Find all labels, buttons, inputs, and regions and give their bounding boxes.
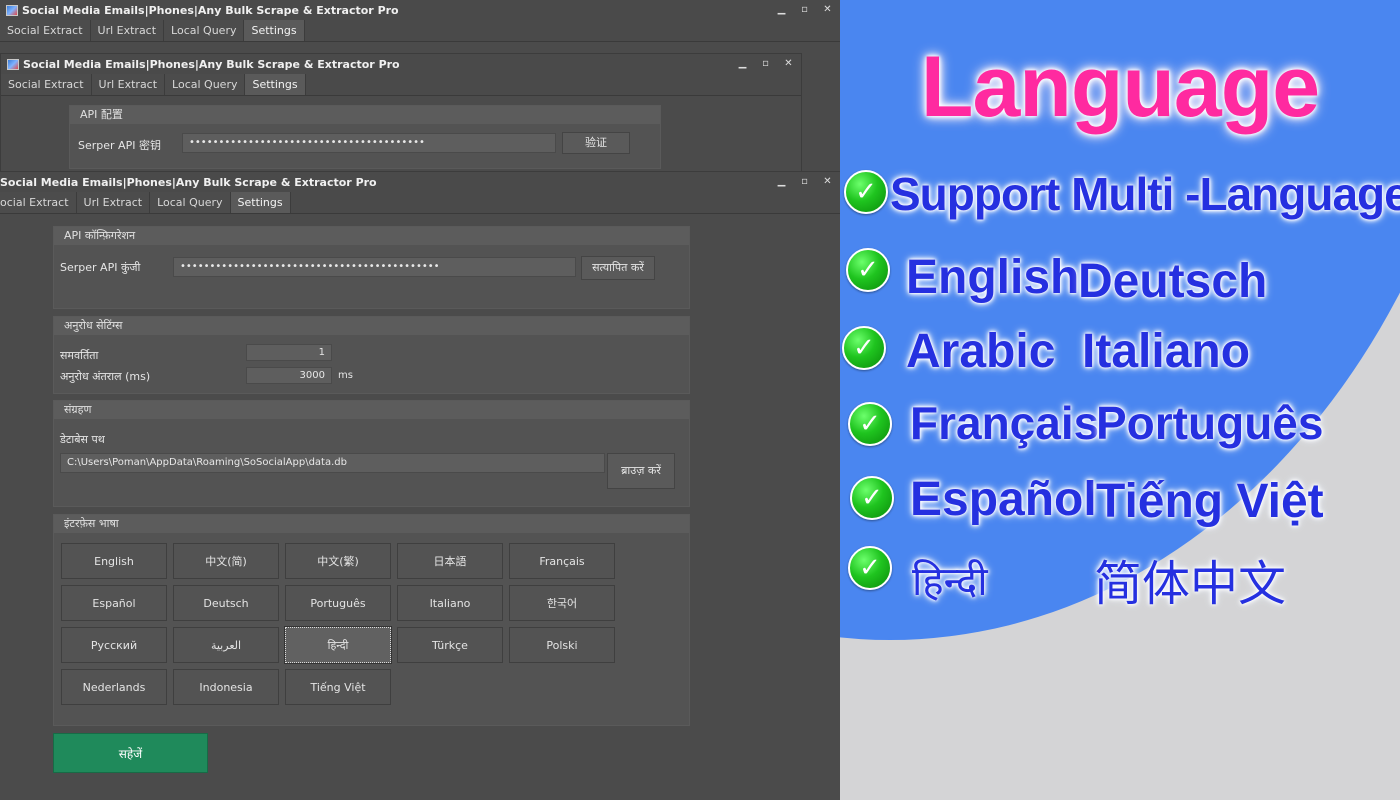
language-button-german[interactable]: Deutsch — [173, 585, 279, 621]
language-button-arabic[interactable]: العربية — [173, 627, 279, 663]
language-button-hindi[interactable]: हिन्दी — [284, 626, 392, 664]
app-icon — [6, 4, 18, 16]
tab-bar: Social Extract Url Extract Local Query S… — [1, 74, 801, 96]
group-title: API कॉन्फ़िगरेशन — [54, 227, 689, 245]
tab-settings[interactable]: Settings — [230, 192, 291, 213]
concurrency-input[interactable]: 1 — [246, 344, 332, 361]
front-window: Social Media Emails|Phones|Any Bulk Scra… — [0, 171, 840, 800]
tab-settings[interactable]: Settings — [244, 20, 305, 41]
storage-group: संग्रहण डेटाबेस पथ C:\Users\Poman\AppDat… — [53, 400, 690, 507]
check-icon: ✓ — [848, 546, 892, 590]
browse-button[interactable]: ब्राउज़ करें — [607, 453, 675, 489]
front-window-titlebar: Social Media Emails|Phones|Any Bulk Scra… — [0, 172, 840, 192]
interval-label: अनुरोध अंतराल (ms) — [60, 370, 151, 383]
group-title: संग्रहण — [54, 401, 689, 419]
tab-local-query[interactable]: Local Query — [165, 74, 246, 95]
language-button-indonesian[interactable]: Indonesia — [173, 669, 279, 705]
group-title: API 配置 — [70, 106, 660, 124]
tab-social-extract[interactable]: Social Extract — [1, 74, 92, 95]
verify-button[interactable]: सत्यापित करें — [581, 256, 655, 280]
check-icon: ✓ — [842, 326, 886, 370]
language-button-spanish[interactable]: Español — [61, 585, 167, 621]
check-icon: ✓ — [846, 248, 890, 292]
language-button-polish[interactable]: Polski — [509, 627, 615, 663]
api-key-input[interactable]: •••••••••••••••••••••••••••••••••••••••• — [182, 133, 556, 153]
check-icon: ✓ — [848, 402, 892, 446]
minimize-icon[interactable]: ▁ — [773, 174, 790, 189]
tab-url-extract[interactable]: Url Extract — [90, 20, 165, 41]
promo-heading: Language — [920, 39, 1320, 135]
check-icon: ✓ — [844, 170, 888, 214]
minimize-icon[interactable]: ▁ — [773, 2, 790, 17]
tab-local-query[interactable]: Local Query — [164, 20, 245, 41]
window-title: Social Media Emails|Phones|Any Bulk Scra… — [23, 57, 400, 71]
promo-lang-english: English — [906, 251, 1080, 304]
language-button-chinese-simplified[interactable]: 中文(简) — [173, 543, 279, 579]
interval-unit: ms — [338, 370, 353, 381]
maximize-icon[interactable]: ▫ — [796, 2, 813, 17]
promo-lang-chinese: 简体中文 — [1094, 556, 1287, 612]
maximize-icon[interactable]: ▫ — [796, 174, 813, 189]
window-title: Social Media Emails|Phones|Any Bulk Scra… — [0, 175, 377, 189]
tab-bar: Social Extract Url Extract Local Query S… — [0, 20, 840, 42]
promo-lang-espanol: Español — [910, 473, 1097, 526]
tab-url-extract[interactable]: Url Extract — [91, 74, 166, 95]
app-icon — [7, 58, 19, 70]
minimize-icon[interactable]: ▁ — [734, 56, 751, 71]
tab-bar: ocial Extract Url Extract Local Query Se… — [0, 192, 840, 214]
language-button-russian[interactable]: Русский — [61, 627, 167, 663]
close-icon[interactable]: ✕ — [780, 56, 797, 71]
maximize-icon[interactable]: ▫ — [757, 56, 774, 71]
language-button-portuguese[interactable]: Português — [285, 585, 391, 621]
middle-window-titlebar: Social Media Emails|Phones|Any Bulk Scra… — [1, 54, 801, 74]
promo-lang-francais: Français — [910, 397, 1100, 449]
promo-lang-italiano: Italiano — [1082, 325, 1251, 378]
db-path-input[interactable]: C:\Users\Poman\AppData\Roaming\SoSocialA… — [60, 453, 605, 473]
verify-button[interactable]: 验证 — [562, 132, 630, 154]
promo-panel: Language ✓ Support Multi -Language ✓ Eng… — [840, 0, 1400, 800]
promo-headline: Support Multi -Language — [890, 168, 1400, 220]
language-button-french[interactable]: Français — [509, 543, 615, 579]
language-button-turkish[interactable]: Türkçe — [397, 627, 503, 663]
interval-input[interactable]: 3000 — [246, 367, 332, 384]
interface-language-group: इंटरफ़ेस भाषा English 中文(简) 中文(繁) 日本語 Fr… — [53, 514, 690, 726]
request-settings-group: अनुरोध सेटिंग्स समवर्तिता 1 अनुरोध अंतरा… — [53, 316, 690, 394]
back-window-titlebar: Social Media Emails|Phones|Any Bulk Scra… — [0, 0, 840, 20]
check-icon: ✓ — [850, 476, 894, 520]
api-key-input[interactable]: ••••••••••••••••••••••••••••••••••••••••… — [173, 257, 576, 277]
back-window: Social Media Emails|Phones|Any Bulk Scra… — [0, 0, 840, 60]
tab-social-extract[interactable]: Social Extract — [0, 20, 91, 41]
window-title: Social Media Emails|Phones|Any Bulk Scra… — [22, 3, 399, 17]
db-path-label: डेटाबेस पथ — [60, 433, 105, 446]
settings-panel: API कॉन्फ़िगरेशन Serper API कुंजी ••••••… — [0, 215, 840, 800]
promo-lang-tieng-viet: Tiếng Việt — [1096, 475, 1324, 528]
tab-local-query[interactable]: Local Query — [150, 192, 231, 213]
close-icon[interactable]: ✕ — [819, 2, 836, 17]
language-grid: English 中文(简) 中文(繁) 日本語 Français Español… — [61, 543, 615, 705]
promo-lang-portugues: Português — [1096, 397, 1324, 449]
tab-settings[interactable]: Settings — [245, 74, 306, 95]
language-button-japanese[interactable]: 日本語 — [397, 543, 503, 579]
api-key-label: Serper API 密钥 — [78, 139, 161, 152]
close-icon[interactable]: ✕ — [819, 174, 836, 189]
concurrency-label: समवर्तिता — [60, 349, 99, 362]
language-button-italian[interactable]: Italiano — [397, 585, 503, 621]
save-button[interactable]: सहेजें — [53, 733, 208, 773]
language-button-english[interactable]: English — [61, 543, 167, 579]
group-title: इंटरफ़ेस भाषा — [54, 515, 689, 533]
promo-lang-deutsch: Deutsch — [1078, 255, 1268, 308]
api-key-label: Serper API कुंजी — [60, 261, 141, 274]
group-title: अनुरोध सेटिंग्स — [54, 317, 689, 335]
middle-window: Social Media Emails|Phones|Any Bulk Scra… — [0, 53, 802, 173]
promo-lang-arabic: Arabic — [906, 325, 1056, 378]
api-config-group: API कॉन्फ़िगरेशन Serper API कुंजी ••••••… — [53, 226, 690, 309]
language-button-vietnamese[interactable]: Tiếng Việt — [285, 669, 391, 705]
language-button-korean[interactable]: 한국어 — [509, 585, 615, 621]
language-button-chinese-traditional[interactable]: 中文(繁) — [285, 543, 391, 579]
language-button-dutch[interactable]: Nederlands — [61, 669, 167, 705]
tab-social-extract[interactable]: ocial Extract — [0, 192, 77, 213]
tab-url-extract[interactable]: Url Extract — [76, 192, 151, 213]
api-config-group: API 配置 Serper API 密钥 •••••••••••••••••••… — [69, 105, 661, 169]
promo-lang-hindi: हिन्दी — [912, 559, 988, 605]
